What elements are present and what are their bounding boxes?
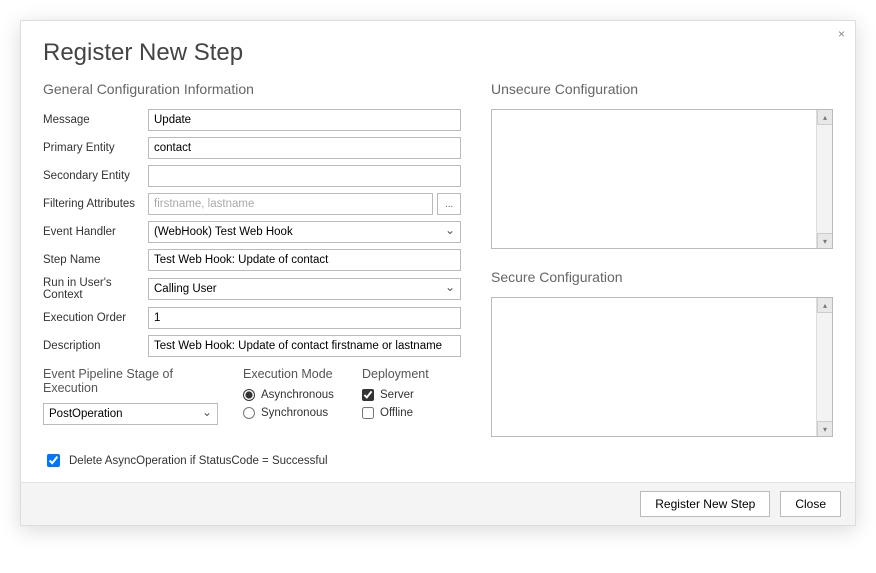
unsecure-config-heading: Unsecure Configuration (491, 81, 833, 97)
description-label: Description (43, 340, 148, 352)
pipeline-stage-heading: Event Pipeline Stage of Execution (43, 367, 223, 395)
sync-radio[interactable] (243, 407, 255, 419)
scroll-down-icon[interactable]: ▾ (817, 421, 832, 436)
primary-entity-label: Primary Entity (43, 142, 148, 154)
execution-mode-heading: Execution Mode (243, 367, 342, 381)
secure-config-textarea[interactable]: ▴ ▾ (491, 297, 833, 437)
primary-entity-input[interactable] (148, 137, 461, 159)
server-checkbox[interactable] (362, 389, 374, 401)
event-handler-label: Event Handler (43, 226, 148, 238)
sync-label: Synchronous (261, 407, 328, 419)
offline-label: Offline (380, 407, 413, 419)
secondary-entity-label: Secondary Entity (43, 170, 148, 182)
scroll-up-icon[interactable]: ▴ (817, 110, 832, 125)
message-input[interactable] (148, 109, 461, 131)
pipeline-stage-select[interactable] (43, 403, 218, 425)
delete-async-label: Delete AsyncOperation if StatusCode = Su… (69, 455, 328, 467)
async-radio-row[interactable]: Asynchronous (243, 389, 342, 401)
description-input[interactable] (148, 335, 461, 357)
filtering-attributes-label: Filtering Attributes (43, 198, 148, 210)
offline-checkbox[interactable] (362, 407, 374, 419)
unsecure-config-textarea[interactable]: ▴ ▾ (491, 109, 833, 249)
event-handler-select[interactable] (148, 221, 461, 243)
dialog-title: Register New Step (43, 39, 833, 67)
run-context-select[interactable] (148, 278, 461, 300)
async-label: Asynchronous (261, 389, 334, 401)
step-name-label: Step Name (43, 254, 148, 266)
register-step-dialog: × Register New Step General Configuratio… (20, 20, 856, 526)
execution-order-input[interactable] (148, 307, 461, 329)
filtering-attributes-picker-button[interactable]: ... (437, 193, 461, 215)
sync-radio-row[interactable]: Synchronous (243, 407, 342, 419)
scrollbar[interactable]: ▴ ▾ (816, 110, 832, 248)
close-icon[interactable]: × (838, 27, 845, 41)
register-new-step-button[interactable]: Register New Step (640, 491, 770, 517)
general-config-heading: General Configuration Information (43, 81, 461, 97)
message-label: Message (43, 114, 148, 126)
secondary-entity-input[interactable] (148, 165, 461, 187)
async-radio[interactable] (243, 389, 255, 401)
delete-async-checkbox[interactable] (47, 454, 60, 467)
dialog-footer: Register New Step Close (21, 482, 855, 525)
scroll-down-icon[interactable]: ▾ (817, 233, 832, 248)
close-button[interactable]: Close (780, 491, 841, 517)
deployment-heading: Deployment (362, 367, 461, 381)
delete-async-row[interactable]: Delete AsyncOperation if StatusCode = Su… (43, 451, 461, 470)
server-check-row[interactable]: Server (362, 389, 461, 401)
execution-order-label: Execution Order (43, 312, 148, 324)
scroll-up-icon[interactable]: ▴ (817, 298, 832, 313)
step-name-input[interactable] (148, 249, 461, 271)
filtering-attributes-input[interactable] (148, 193, 433, 215)
server-label: Server (380, 389, 414, 401)
scrollbar[interactable]: ▴ ▾ (816, 298, 832, 436)
offline-check-row[interactable]: Offline (362, 407, 461, 419)
secure-config-heading: Secure Configuration (491, 269, 833, 285)
run-context-label: Run in User's Context (43, 277, 148, 301)
